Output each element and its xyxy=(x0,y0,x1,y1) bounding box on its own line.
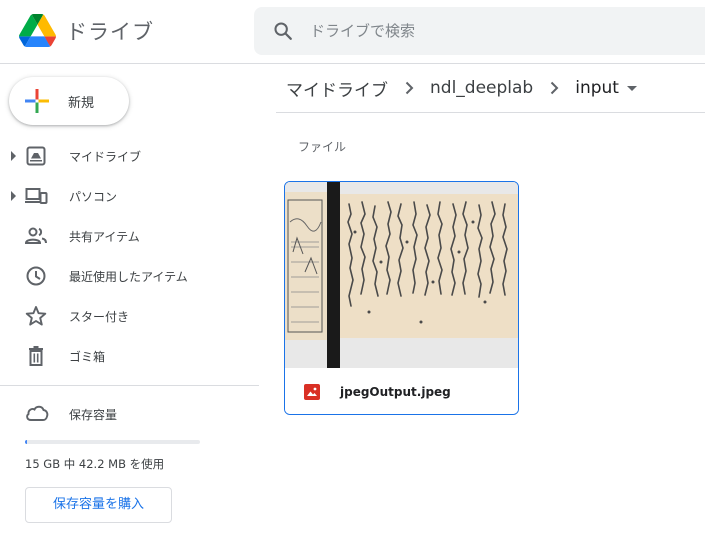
breadcrumb-ndl-deeplab[interactable]: ndl_deeplab xyxy=(430,78,533,98)
dropdown-arrow-icon[interactable] xyxy=(626,85,637,91)
new-button[interactable]: 新規 xyxy=(9,77,129,125)
sidebar-item-label: 共有アイテム xyxy=(69,230,140,244)
file-thumbnail xyxy=(285,182,518,368)
cloud-icon xyxy=(26,405,49,421)
search-bar[interactable] xyxy=(254,7,705,55)
sidebar-item-label: 最近使用したアイテム xyxy=(69,270,188,284)
file-card[interactable]: jpegOutput.jpeg xyxy=(284,181,519,415)
image-file-icon xyxy=(304,384,320,400)
sidebar-item-computers[interactable]: パソコン xyxy=(0,176,258,216)
storage-usage-fill xyxy=(25,440,27,444)
breadcrumb-my-drive[interactable]: マイドライブ xyxy=(286,76,388,101)
app-title: ドライブ xyxy=(66,20,154,44)
file-info-bar: jpegOutput.jpeg xyxy=(285,368,518,414)
sidebar-item-recent[interactable]: 最近使用したアイテム xyxy=(0,256,258,296)
sidebar-item-starred[interactable]: スター付き xyxy=(0,296,258,336)
main-divider xyxy=(276,112,705,113)
sidebar-item-my-drive[interactable]: マイドライブ xyxy=(0,136,258,176)
google-drive-logo[interactable] xyxy=(19,13,56,48)
new-button-label: 新規 xyxy=(68,96,95,111)
sidebar-item-label: スター付き xyxy=(69,310,130,324)
search-input[interactable] xyxy=(310,18,690,44)
star-icon xyxy=(25,306,47,326)
recent-icon xyxy=(26,266,46,286)
buy-storage-button[interactable]: 保存容量を購入 xyxy=(25,487,172,523)
expand-arrow-icon[interactable] xyxy=(11,191,16,201)
sidebar-item-trash[interactable]: ゴミ箱 xyxy=(0,336,258,376)
breadcrumb: マイドライブ ndl_deeplab input xyxy=(286,76,637,101)
shared-icon xyxy=(24,227,47,244)
my-drive-icon xyxy=(26,146,46,166)
breadcrumb-input[interactable]: input xyxy=(575,78,619,98)
search-icon[interactable] xyxy=(272,20,294,42)
files-section-label: ファイル xyxy=(298,140,347,154)
file-name: jpegOutput.jpeg xyxy=(340,385,451,399)
trash-icon xyxy=(29,346,43,366)
plus-icon xyxy=(25,89,49,113)
sidebar-divider xyxy=(0,385,259,386)
sidebar-item-label: ゴミ箱 xyxy=(69,350,106,364)
computers-icon xyxy=(25,188,48,204)
sidebar-item-label: マイドライブ xyxy=(69,150,142,164)
expand-arrow-icon[interactable] xyxy=(11,151,16,161)
chevron-right-icon xyxy=(405,81,414,95)
top-bar: ドライブ xyxy=(0,0,705,64)
storage-usage-bar xyxy=(25,440,200,444)
sidebar-item-shared[interactable]: 共有アイテム xyxy=(0,216,258,256)
sidebar-item-label: パソコン xyxy=(69,190,118,204)
chevron-right-icon xyxy=(551,81,559,95)
storage-label[interactable]: 保存容量 xyxy=(69,406,117,423)
storage-usage-text: 15 GB 中 42.2 MB を使用 xyxy=(25,457,165,471)
